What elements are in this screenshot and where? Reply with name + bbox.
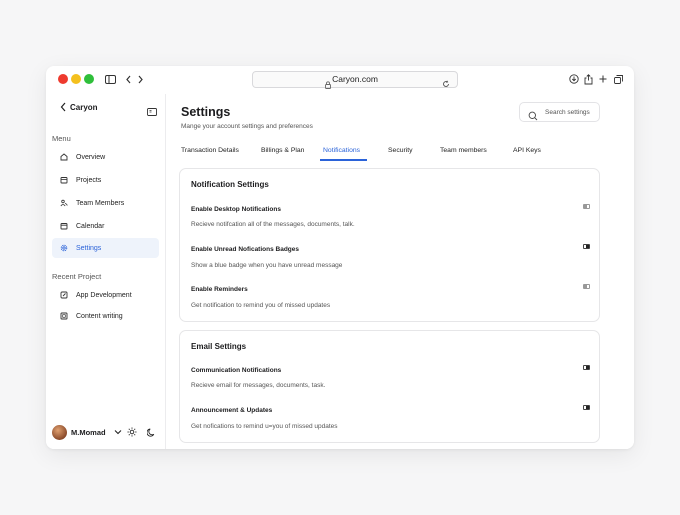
new-tab-icon[interactable] — [597, 73, 609, 85]
recent-item-app-development[interactable]: App Development — [52, 285, 159, 305]
tab-notifications[interactable]: Notifications — [323, 147, 360, 154]
communication-notifications-toggle[interactable] — [583, 365, 590, 370]
recent-item-label: Content writing — [76, 312, 123, 320]
setting-description: Get nofications to remind u=you of misse… — [191, 423, 338, 430]
document-icon — [60, 312, 68, 320]
home-icon — [60, 153, 68, 161]
chevron-left-icon — [60, 102, 66, 112]
calendar-icon — [60, 223, 68, 230]
setting-description: Recieve notifcation all of the messages,… — [191, 221, 355, 228]
card-title: Notification Settings — [191, 180, 269, 189]
share-icon[interactable] — [582, 73, 594, 85]
tab-billings-plan[interactable]: Billings & Plan — [261, 147, 304, 154]
setting-title: Enable Desktop Notifications — [191, 206, 281, 213]
maximize-window-button[interactable] — [84, 74, 94, 84]
sidebar-item-projects[interactable]: Projects — [52, 170, 159, 190]
recent-project-label: Recent Project — [52, 272, 102, 281]
user-profile[interactable]: M.Momad — [52, 423, 160, 441]
notification-settings-card: Notification Settings Enable Desktop Not… — [179, 168, 600, 322]
reload-icon[interactable] — [442, 75, 450, 93]
collapse-sidebar-icon[interactable] — [147, 103, 157, 121]
setting-description: Recieve email for messages, documents, t… — [191, 382, 326, 389]
avatar — [52, 424, 67, 440]
search-input[interactable]: Search settings — [519, 102, 600, 122]
sun-icon[interactable] — [127, 427, 137, 437]
download-icon[interactable] — [568, 73, 580, 85]
sidebar-item-label: Settings — [76, 244, 102, 252]
moon-icon[interactable] — [146, 428, 156, 437]
setting-title: Enable Unread Nofications Badges — [191, 246, 299, 253]
url-text: Caryon.com — [332, 74, 378, 84]
back-icon[interactable] — [122, 73, 134, 85]
setting-title: Announcement & Updates — [191, 407, 273, 414]
search-icon — [528, 108, 538, 126]
sidebar-toggle-icon[interactable] — [104, 73, 116, 85]
sidebar-item-label: Calendar — [76, 222, 105, 230]
setting-description: Get notification to remind you of missed… — [191, 302, 331, 309]
sidebar-item-team-members[interactable]: Team Members — [52, 193, 159, 213]
address-bar[interactable]: Caryon.com — [252, 71, 458, 89]
page-title: Settings — [181, 105, 231, 119]
brand-name: Caryon — [70, 102, 98, 112]
sidebar-item-label: Overview — [76, 153, 106, 161]
tabs-overview-icon[interactable] — [612, 73, 624, 85]
browser-window: Caryon.com Caryon Menu Overview Projects… — [46, 66, 634, 449]
sidebar-item-settings[interactable]: Settings — [52, 238, 159, 258]
recent-item-content-writing[interactable]: Content writing — [52, 306, 159, 326]
sidebar-item-overview[interactable]: Overview — [52, 147, 159, 167]
card-title: Email Settings — [191, 342, 247, 351]
user-name: M.Momad — [71, 427, 106, 437]
announcements-toggle[interactable] — [583, 405, 590, 410]
brand[interactable]: Caryon — [60, 102, 98, 112]
forward-icon[interactable] — [134, 73, 146, 85]
setting-title: Enable Reminders — [191, 286, 248, 293]
setting-description: Show a blue badge when you have unread m… — [191, 262, 343, 269]
team-icon — [60, 199, 68, 207]
email-settings-card: Email Settings Communication Notificatio… — [179, 330, 600, 443]
menu-section-label: Menu — [52, 134, 71, 143]
sidebar-item-label: Team Members — [76, 199, 125, 207]
setting-title: Communication Notifications — [191, 367, 282, 374]
main-content: Settings Mange your account settings and… — [167, 94, 634, 449]
gear-icon — [60, 244, 68, 252]
sidebar-item-label: Projects — [76, 176, 102, 184]
browser-toolbar: Caryon.com — [46, 66, 634, 94]
tab-transaction-details[interactable]: Transaction Details — [181, 147, 239, 154]
active-tab-indicator — [320, 159, 367, 161]
chevron-down-icon[interactable] — [114, 429, 122, 435]
tab-api-keys[interactable]: API Keys — [513, 147, 541, 154]
desktop-notifications-toggle[interactable] — [583, 204, 590, 209]
reminders-toggle[interactable] — [583, 284, 590, 289]
close-window-button[interactable] — [58, 74, 68, 84]
tab-team-members[interactable]: Team members — [440, 147, 487, 154]
tab-security[interactable]: Security — [388, 147, 413, 154]
page-subtitle: Mange your account settings and preferen… — [181, 123, 313, 130]
recent-item-label: App Development — [76, 291, 132, 299]
minimize-window-button[interactable] — [71, 74, 81, 84]
edit-icon — [60, 291, 68, 299]
search-placeholder: Search settings — [545, 109, 590, 116]
sidebar: Caryon Menu Overview Projects Team Membe… — [46, 94, 166, 449]
unread-badges-toggle[interactable] — [583, 244, 590, 249]
projects-icon — [60, 177, 68, 184]
sidebar-item-calendar[interactable]: Calendar — [52, 216, 159, 236]
